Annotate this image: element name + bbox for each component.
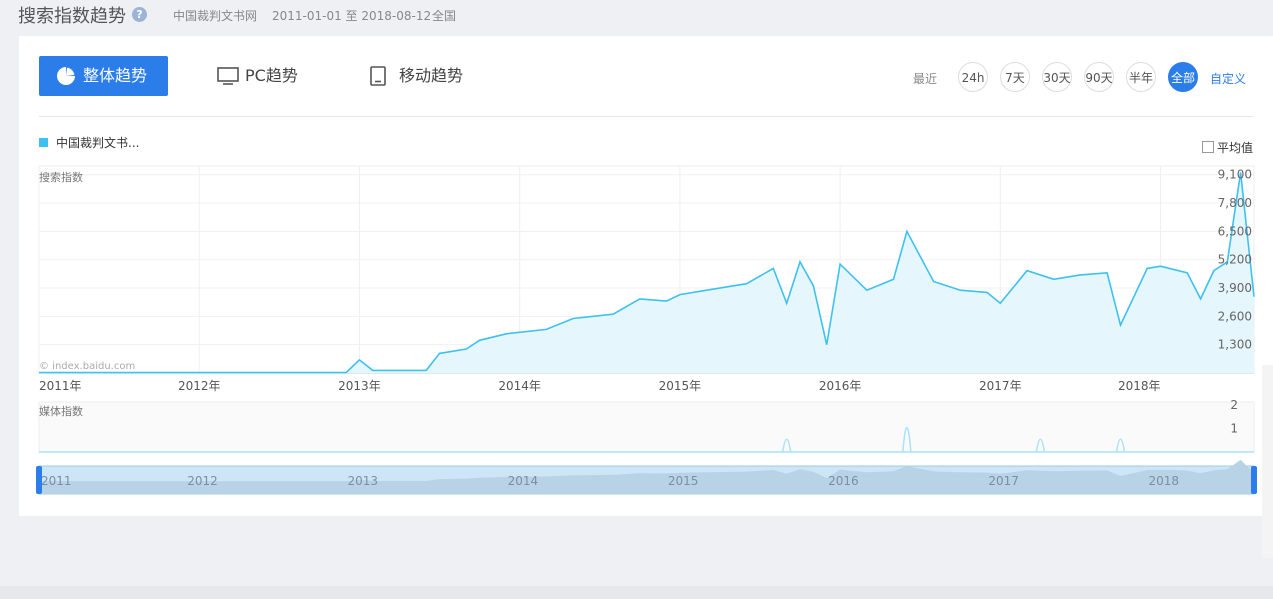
x-tick-label: 2011年 xyxy=(39,379,82,393)
mobile-icon xyxy=(370,66,386,86)
question-icon[interactable]: ? xyxy=(132,7,147,22)
media-index-panel: 12 xyxy=(38,398,1255,453)
navigator-year-label: 2013 xyxy=(347,474,378,488)
date-range-text: 2011-01-01 至 2018-08-12 xyxy=(272,9,432,23)
search-index-area xyxy=(39,172,1254,373)
keyword-text: 中国裁判文书网 xyxy=(173,9,258,23)
x-tick-label: 2017年 xyxy=(979,379,1022,393)
average-label: 平均值 xyxy=(1217,141,1254,155)
tab-overall-label: 整体趋势 xyxy=(83,66,148,85)
range-label: 最近 xyxy=(913,72,938,86)
tab-mobile-label: 移动趋势 xyxy=(399,66,464,85)
x-tick-label: 2015年 xyxy=(659,379,702,393)
search-index-chart: 搜索指数 © index.baidu.com 1,300 2,600 3,900 5,… xyxy=(36,165,1257,495)
x-tick-label: 2013年 xyxy=(338,379,381,393)
y-tick-label: 6,500 xyxy=(1218,224,1252,238)
tab-pc[interactable]: PC趋势 xyxy=(217,56,317,96)
navigator-year-label: 2018 xyxy=(1149,474,1180,488)
legend-label: 中国裁判文书... xyxy=(56,136,140,150)
monitor-icon xyxy=(217,67,239,85)
region-text: 全国 xyxy=(432,9,457,23)
x-tick-label: 2014年 xyxy=(498,379,541,393)
legend-swatch xyxy=(39,138,48,147)
navigator-year-label: 2017 xyxy=(988,474,1019,488)
x-axis-ticks: 2011年 2012年 2013年 2014年 2015年 2016年 2017年 2018年 xyxy=(39,379,1161,393)
tab-overall[interactable]: 整体趋势 xyxy=(39,56,168,96)
navigator-year-label: 2016 xyxy=(828,474,859,488)
divider xyxy=(39,116,1253,117)
navigator-year-label: 2011 xyxy=(41,474,72,488)
y-tick-label: 2,600 xyxy=(1218,309,1252,323)
y-tick-label: 3,900 xyxy=(1218,281,1252,295)
legend-item[interactable]: 中国裁判文书... xyxy=(39,134,139,151)
media-spike xyxy=(1115,438,1126,453)
bottom-strip xyxy=(0,586,1273,599)
tab-mobile[interactable]: 移动趋势 xyxy=(369,56,479,96)
trend-card: 整体趋势 PC趋势 移动趋势 最近 24h 7天 30天 90天 半年 全部 自… xyxy=(19,36,1273,516)
media-spike xyxy=(1035,438,1046,453)
main-grid xyxy=(38,165,1255,374)
tab-pc-label: PC趋势 xyxy=(245,66,298,85)
x-tick-label: 2016年 xyxy=(819,379,862,393)
navigator-range[interactable] xyxy=(38,465,1255,495)
navigator-year-label: 2015 xyxy=(668,474,699,488)
pie-chart-icon xyxy=(57,67,75,85)
media-y-tick-label: 2 xyxy=(1230,398,1238,412)
navigator-year-label: 2012 xyxy=(187,474,218,488)
y-tick-label: 9,100 xyxy=(1218,168,1252,182)
x-tick-label: 2018年 xyxy=(1118,379,1161,393)
media-plot-background xyxy=(38,401,1255,453)
watermark-text: © index.baidu.com xyxy=(39,361,135,372)
top-bar: 搜索指数趋势 ? 中国裁判文书网 2011-01-01 至 2018-08-12… xyxy=(0,0,1273,34)
navigator-year-label: 2014 xyxy=(508,474,539,488)
plot-background xyxy=(38,165,1255,374)
time-navigator[interactable]: 2011 2012 2013 2014 2015 2016 2017 2018 xyxy=(36,459,1257,495)
range-7d-button[interactable]: 7天 xyxy=(1000,62,1030,92)
y-tick-label: 5,200 xyxy=(1218,253,1252,267)
page-title: 搜索指数趋势 xyxy=(18,6,126,27)
range-half-year-button[interactable]: 半年 xyxy=(1126,62,1156,92)
x-tick-label: 2012年 xyxy=(178,379,221,393)
range-24h-button[interactable]: 24h xyxy=(958,62,988,92)
average-checkbox[interactable] xyxy=(1202,141,1214,153)
media-index-title: 媒体指数 xyxy=(39,404,83,418)
range-30d-button[interactable]: 30天 xyxy=(1042,62,1072,92)
range-90d-button[interactable]: 90天 xyxy=(1084,62,1114,92)
y-axis-ticks: 1,300 2,600 3,900 5,200 6,500 7,800 9,100 xyxy=(1218,168,1252,352)
range-custom-link[interactable]: 自定义 xyxy=(1210,70,1246,87)
navigator-left-handle[interactable] xyxy=(36,466,42,494)
search-index-line xyxy=(39,172,1255,374)
side-scroll-panel xyxy=(1262,365,1273,558)
search-index-title: 搜索指数 xyxy=(39,170,83,184)
navigator-right-handle[interactable] xyxy=(1251,466,1257,494)
media-y-tick-label: 1 xyxy=(1230,422,1238,436)
media-spike xyxy=(902,427,912,453)
range-all-button[interactable]: 全部 xyxy=(1168,62,1198,92)
y-tick-label: 7,800 xyxy=(1218,196,1252,210)
media-spike xyxy=(781,438,792,453)
navigator-series xyxy=(39,459,1254,494)
average-toggle[interactable]: 平均值 xyxy=(1202,139,1253,156)
y-tick-label: 1,300 xyxy=(1218,338,1252,352)
